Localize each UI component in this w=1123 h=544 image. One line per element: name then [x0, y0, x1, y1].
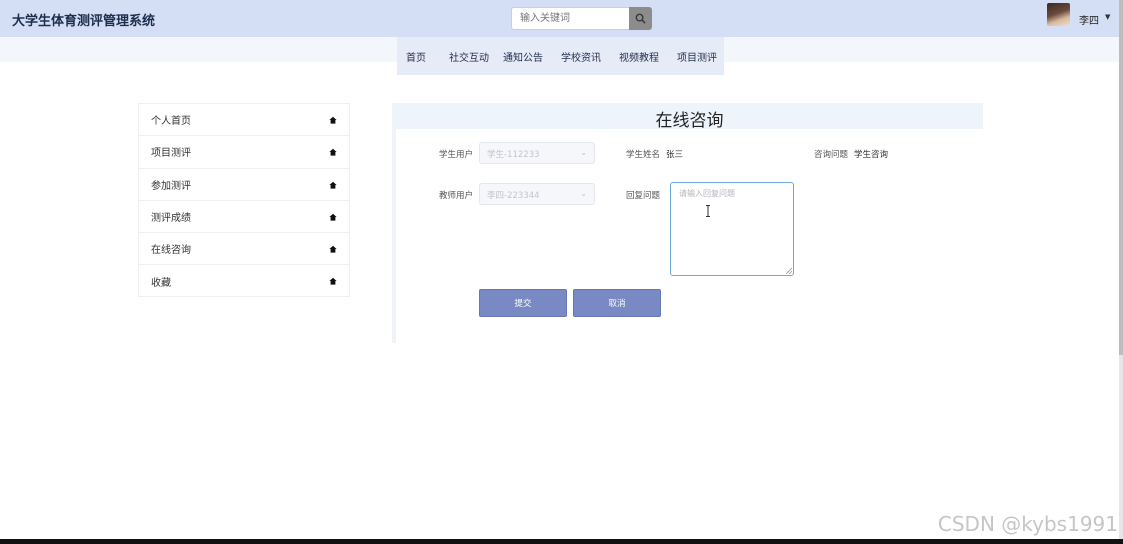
resize-grip-icon[interactable] — [786, 268, 792, 274]
home-icon — [329, 213, 337, 221]
chevron-down-icon: ⌄ — [580, 189, 587, 198]
sidebar-item-label: 收藏 — [151, 278, 171, 290]
question-label: 咨询问题 — [814, 150, 849, 160]
sidebar-item-join-eval[interactable]: 参加测评 — [139, 169, 349, 201]
watermark: CSDN @kybs1991 — [937, 512, 1118, 536]
sidebar-item-label: 在线咨询 — [151, 245, 191, 257]
submit-button[interactable]: 提交 — [479, 289, 567, 317]
main-nav: 首页 社交互动 通知公告 学校资讯 视频教程 项目测评 — [397, 37, 724, 75]
consult-form-panel: 在线咨询 学生用户 学生-112233 ⌄ 学生姓名 张三 咨询问题 学生咨询 … — [392, 103, 983, 343]
sidebar-item-scores[interactable]: 测评成绩 — [139, 201, 349, 234]
scrollbar-thumb[interactable] — [1119, 0, 1123, 355]
nav-item-videos[interactable]: 视频教程 — [619, 49, 659, 64]
nav-item-project-eval[interactable]: 项目测评 — [677, 49, 717, 64]
sidebar-item-consult[interactable]: 在线咨询 — [139, 233, 349, 266]
reply-placeholder: 请输入回复问题 — [679, 189, 735, 198]
nav-item-social[interactable]: 社交互动 — [449, 49, 489, 64]
top-header: 大学生体育测评管理系统 李四 ▼ — [0, 0, 1119, 37]
cancel-button[interactable]: 取消 — [573, 289, 661, 317]
caret-down-icon[interactable]: ▼ — [1105, 13, 1110, 21]
home-icon — [329, 149, 337, 156]
bottom-bar — [0, 539, 1123, 544]
user-name[interactable]: 李四 — [1079, 12, 1099, 27]
teacher-user-select[interactable]: 李四-223344 ⌄ — [479, 183, 595, 205]
student-user-value: 学生-112233 — [487, 150, 540, 160]
chevron-down-icon: ⌄ — [580, 148, 587, 157]
sidebar: 个人首页 项目测评 参加测评 测评成绩 在线咨询 收藏 — [138, 103, 350, 297]
reply-textarea[interactable]: 请输入回复问题 — [670, 182, 794, 276]
nav-item-home[interactable]: 首页 — [406, 49, 426, 64]
panel-header: 在线咨询 — [396, 103, 983, 131]
student-name-value: 张三 — [666, 150, 684, 160]
text-cursor-icon — [706, 205, 710, 217]
teacher-user-value: 李四-223344 — [487, 191, 540, 201]
sidebar-item-label: 测评成绩 — [151, 213, 191, 225]
search-button[interactable] — [629, 7, 652, 30]
page-title: 在线咨询 — [655, 111, 724, 131]
home-icon — [329, 181, 337, 189]
app-title: 大学生体育测评管理系统 — [12, 14, 156, 29]
search-input[interactable] — [511, 7, 629, 30]
student-user-label: 学生用户 — [439, 150, 474, 160]
student-name-label: 学生姓名 — [626, 150, 661, 160]
home-icon — [329, 116, 337, 124]
avatar[interactable] — [1047, 3, 1070, 26]
sidebar-item-label: 参加测评 — [151, 180, 191, 192]
question-value: 学生咨询 — [854, 150, 889, 160]
sidebar-item-favorites[interactable]: 收藏 — [139, 265, 349, 297]
student-user-select[interactable]: 学生-112233 ⌄ — [479, 142, 595, 164]
home-icon — [329, 245, 337, 253]
sidebar-item-home[interactable]: 个人首页 — [139, 104, 349, 137]
sidebar-item-label: 项目测评 — [151, 148, 191, 160]
search-icon — [635, 13, 646, 24]
sidebar-item-project-eval[interactable]: 项目测评 — [139, 136, 349, 169]
sidebar-item-label: 个人首页 — [151, 116, 191, 128]
teacher-user-label: 教师用户 — [439, 191, 474, 201]
reply-label: 回复问题 — [626, 191, 661, 201]
nav-item-school-news[interactable]: 学校资讯 — [561, 49, 601, 64]
home-icon — [329, 278, 337, 286]
nav-item-notices[interactable]: 通知公告 — [503, 49, 543, 64]
